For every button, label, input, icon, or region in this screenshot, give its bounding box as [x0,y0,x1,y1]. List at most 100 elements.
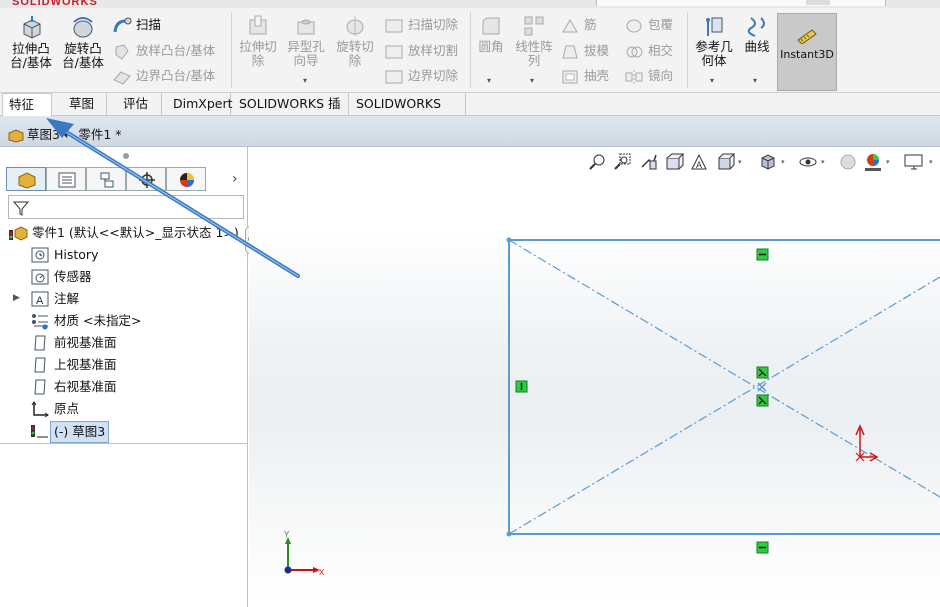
instant3d-button[interactable]: Instant3D [777,13,837,91]
revolve-boss-icon [73,17,93,38]
reference-geometry-icon [706,17,723,36]
tree-item-annotations[interactable]: A 注解 [30,289,230,309]
display-style-icon[interactable] [758,152,778,172]
linear-pattern-button[interactable]: 线性阵列 [512,14,556,68]
property-manager-tab[interactable] [46,167,86,191]
panel-handle[interactable] [123,153,129,159]
configuration-manager-tab[interactable] [86,167,126,191]
tree-item-top-plane[interactable]: 上视基准面 [30,355,230,375]
wrap-button[interactable]: 包覆 [624,14,673,36]
tab-sketch[interactable]: 草图 [57,93,107,116]
tree-item-sketch3[interactable]: (-) 草图3 [30,421,230,443]
intersect-icon [626,46,643,57]
extrude-boss-button[interactable]: 拉伸凸台/基体 [8,14,54,70]
hole-wizard-dropdown-icon[interactable]: ▾ [303,76,307,85]
quick-access-bar [596,0,886,6]
lofted-cut-icon [385,45,403,58]
draft-label: 拔模 [584,43,610,58]
tree-root-part[interactable]: 零件1 (默认<<默认>_显示状态 1>) [8,223,244,243]
tree-item-origin[interactable]: 原点 [30,399,230,419]
annotation-icon: A [31,291,49,307]
revolve-boss-label: 旋转凸台/基体 [62,41,104,70]
tab-features[interactable]: 特征 [2,93,52,117]
linear-pattern-dropdown-icon[interactable]: ▾ [530,76,534,85]
tree-item-label: 注解 [54,291,80,306]
fillet-icon [482,17,500,35]
revolve-boss-button[interactable]: 旋转凸台/基体 [60,14,106,70]
swept-cut-label: 扫描切除 [408,17,459,32]
hide-show-dropdown-icon[interactable]: ▾ [821,158,825,166]
quick-access-button[interactable] [806,0,830,5]
expand-arrow-icon[interactable]: ▶ [13,293,20,303]
shell-button[interactable]: 抽壳 [560,65,609,87]
section-view-icon[interactable] [664,152,684,172]
tree-item-front-plane[interactable]: 前视基准面 [30,333,230,353]
document-breadcrumb-bar: 草图3 ← 零件1 * [0,116,940,147]
part-tree-icon [9,226,28,241]
curves-icon [747,17,765,37]
previous-view-icon[interactable] [639,152,659,172]
view-settings-monitor-icon[interactable] [903,152,925,172]
tab-evaluate[interactable]: 评估 [110,93,162,116]
scene-dropdown-icon[interactable]: ▾ [886,158,890,166]
mirror-label: 镜向 [648,68,674,83]
breadcrumb-label: 草图3 ← 零件1 * [27,127,122,142]
boundary-cut-button[interactable]: 边界切除 [384,65,458,87]
origin-icon [31,401,49,418]
intersect-label: 相交 [648,43,674,58]
hole-wizard-icon [297,19,315,35]
lofted-cut-button[interactable]: 放样切割 [384,40,458,62]
dynamic-annotation-icon[interactable]: A [689,152,709,172]
extrude-cut-label: 拉伸切除 [239,39,277,68]
appearance-ball-icon [180,173,194,187]
loft-boss-label: 放样凸台/基体 [136,43,216,58]
loft-boss-button[interactable]: 放样凸台/基体 [112,40,215,62]
reference-geometry-label: 参考几何体 [695,39,733,68]
sweep-button[interactable]: 扫描 [112,14,161,36]
view-settings-dropdown-icon[interactable]: ▾ [929,158,933,166]
curves-dropdown-icon[interactable]: ▾ [753,76,757,85]
reference-geometry-button[interactable]: 参考几何体 [692,14,736,68]
breadcrumb[interactable]: 草图3 ← 零件1 * [8,124,122,143]
shell-icon [562,70,578,83]
mirror-button[interactable]: 镜向 [624,65,673,87]
tree-item-label: 传感器 [54,269,92,284]
fillet-button[interactable]: 圆角 [474,14,508,54]
swept-cut-button[interactable]: 扫描切除 [384,14,458,36]
tree-item-right-plane[interactable]: 右视基准面 [30,377,230,397]
tree-item-history[interactable]: History [30,245,230,265]
apply-scene-icon[interactable] [863,152,883,172]
tree-item-sensors[interactable]: 传感器 [30,267,230,287]
fillet-dropdown-icon[interactable]: ▾ [487,76,491,85]
panel-divider [0,443,247,444]
view-orientation-icon[interactable] [715,152,735,172]
draft-button[interactable]: 拔模 [560,40,609,62]
rib-button[interactable]: 筋 [560,14,597,36]
tree-filter-input[interactable] [8,195,244,219]
reference-geometry-dropdown-icon[interactable]: ▾ [710,76,714,85]
rib-label: 筋 [584,17,597,32]
curves-button[interactable]: 曲线 [740,14,774,54]
tab-dimxpert[interactable]: DimXpert [167,93,233,116]
zoom-to-area-icon[interactable] [613,152,633,172]
view-orientation-dropdown-icon[interactable]: ▾ [738,158,742,166]
dimxpert-manager-tab[interactable] [126,167,166,191]
tab-solidworks-addins[interactable]: SOLIDWORKS 插件 [233,93,349,133]
feature-manager-panel: › 零件1 (默认<<默认>_显示状态 1>) History 传感器 ▶ A … [0,147,248,607]
heads-up-view-toolbar: A ▾ ▾ ▾ ▾ ▾ [588,150,940,176]
edit-appearance-icon[interactable] [838,152,858,172]
intersect-button[interactable]: 相交 [624,40,673,62]
hide-show-items-icon[interactable] [798,152,818,172]
feature-manager-tab[interactable] [6,167,46,191]
tab-solidworks-mbd[interactable]: SOLIDWORKS MBD [350,93,466,133]
display-manager-tab[interactable] [166,167,206,191]
extrude-cut-button[interactable]: 拉伸切除 [236,14,280,68]
revolve-cut-button[interactable]: 旋转切除 [332,14,378,68]
graphics-area[interactable] [249,147,940,607]
zoom-to-fit-icon[interactable] [588,152,608,172]
boundary-boss-button[interactable]: 边界凸台/基体 [112,65,215,87]
display-style-dropdown-icon[interactable]: ▾ [781,158,785,166]
chevron-right-icon[interactable]: › [232,171,238,187]
tree-item-material[interactable]: 材质 <未指定> [30,311,230,331]
hole-wizard-button[interactable]: 异型孔向导 [284,14,328,68]
